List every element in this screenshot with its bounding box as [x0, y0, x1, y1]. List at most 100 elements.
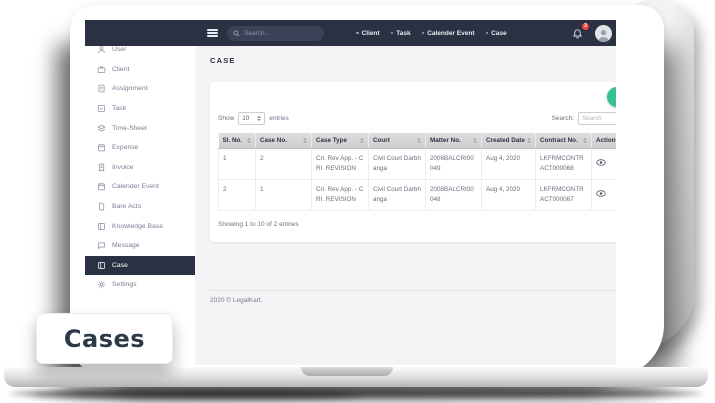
column-header-case-type[interactable]: Case Type [312, 133, 369, 149]
sidebar-item-settings[interactable]: Settings [85, 275, 195, 295]
sort-icon [583, 138, 587, 143]
document-icon [97, 202, 106, 211]
sidebar-item-label: Calender Event [112, 183, 159, 190]
nav-item-label: Case [491, 30, 507, 37]
view-case-button[interactable] [596, 154, 606, 169]
sidebar-item-label: Case [112, 262, 128, 269]
cell-contract-no: LKFRMCONTRACT000067 [536, 180, 592, 211]
table-search-input[interactable] [578, 112, 616, 125]
nav-item-label: Client [362, 30, 380, 37]
cell-sl-no: 2 [219, 180, 256, 211]
bullet-icon [391, 32, 394, 35]
page-size-select[interactable]: 10 [238, 112, 265, 125]
table-row: 2 1 Cri. Rev App. - CRI. REVISION Civil … [219, 180, 617, 211]
column-label: Created Date [486, 137, 525, 144]
user-icon [596, 28, 611, 42]
sidebar-item-knowledge-base[interactable]: Knowledge Base [85, 216, 195, 236]
sidebar-item-time-sheet[interactable]: Time-Sheet [85, 118, 195, 138]
sidebar-item-label: Task [112, 105, 126, 112]
cell-case-type: Cri. Rev App. - CRI. REVISION [312, 180, 369, 211]
sidebar-item-bare-acts[interactable]: Bare Acts [85, 197, 195, 217]
sidebar-item-assignment[interactable]: Assignment [85, 79, 195, 99]
column-label: Case No. [260, 137, 287, 144]
sidebar-item-label: Time-Sheet [112, 125, 147, 132]
column-label: Case Type [316, 137, 347, 144]
cell-case-no: 1 [256, 180, 312, 211]
nav-item-client[interactable]: Client [356, 30, 380, 37]
cases-callout-label: Cases [36, 313, 173, 364]
eye-icon [596, 190, 606, 197]
sidebar-item-label: Assignment [112, 85, 148, 92]
column-header-sl-no[interactable]: Sl. No. [219, 133, 256, 149]
table-row: 1 2 Cri. Rev App. - CRI. REVISION Civil … [219, 149, 617, 180]
sidebar-item-label: Settings [112, 281, 137, 288]
laptop-shadow [30, 391, 360, 399]
notifications-bell-button[interactable]: 3 [572, 26, 585, 40]
nav-item-calender-event[interactable]: Calender Event [422, 30, 475, 37]
column-header-case-no[interactable]: Case No. [256, 133, 312, 149]
sort-icon [303, 138, 307, 143]
cell-created-date: Aug 4, 2020 [482, 149, 536, 180]
cell-case-no: 2 [256, 149, 312, 180]
calendar-icon [97, 182, 106, 191]
sort-icon [247, 138, 251, 143]
sort-icon [360, 138, 364, 143]
cell-matter-no: 2008BALCRI00049 [426, 149, 482, 180]
bell-icon [572, 27, 583, 39]
cell-action [592, 149, 617, 180]
column-header-contract-no[interactable]: Contract No. [536, 133, 592, 149]
sidebar-item-invoice[interactable]: Invoice [85, 158, 195, 178]
column-label: Action [596, 137, 616, 144]
sidebar-item-task[interactable]: Task [85, 99, 195, 119]
notification-badge: 3 [582, 23, 589, 30]
table-summary: Showing 1 to 10 of 2 entries [218, 221, 616, 228]
page-title: CASE [210, 56, 616, 65]
sidebar-item-message[interactable]: Message [85, 236, 195, 256]
search-icon [233, 24, 240, 42]
laptop-base-notch [301, 367, 393, 376]
sidebar-item-case[interactable]: Case [85, 256, 195, 276]
sidebar-item-label: Knowledge Base [112, 223, 163, 230]
sidebar-item-label: Message [112, 242, 140, 249]
column-header-court[interactable]: Court [369, 133, 426, 149]
check-square-icon [97, 104, 106, 113]
nav-item-task[interactable]: Task [391, 30, 411, 37]
case-icon [97, 261, 106, 270]
table-search: Search: [552, 112, 616, 125]
sidebar-item-expense[interactable]: Expense [85, 138, 195, 158]
add-case-button[interactable] [607, 87, 616, 107]
user-avatar[interactable] [595, 25, 612, 42]
view-case-button[interactable] [596, 185, 606, 200]
sidebar-item-client[interactable]: Client [85, 60, 195, 80]
column-header-matter-no[interactable]: Matter No. [426, 133, 482, 149]
case-table-card: Show 10 entries Search: [210, 82, 616, 242]
sort-icon [417, 138, 421, 143]
column-header-action[interactable]: Action [592, 133, 617, 149]
top-navbar: Client Task Calender Event Case 3 [85, 20, 616, 46]
nav-item-case[interactable]: Case [486, 30, 507, 37]
stepper-arrows-icon [257, 116, 261, 121]
column-header-created-date[interactable]: Created Date [482, 133, 536, 149]
briefcase-icon [97, 65, 106, 74]
callout-text: Cases [64, 325, 145, 353]
sidebar-item-label: Client [112, 66, 129, 73]
cell-action [592, 180, 617, 211]
gear-icon [97, 280, 106, 289]
file-icon [97, 84, 106, 93]
receipt-icon [97, 163, 106, 172]
sidebar-item-calender-event[interactable]: Calender Event [85, 177, 195, 197]
cell-matter-no: 2008BALCRI00048 [426, 180, 482, 211]
menu-toggle-icon[interactable] [207, 27, 218, 38]
cell-court: Civil Court Darbhanga [369, 180, 426, 211]
column-label: Matter No. [430, 137, 461, 144]
cell-created-date: Aug 4, 2020 [482, 180, 536, 211]
navbar-search[interactable] [227, 26, 324, 41]
cell-case-type: Cri. Rev App. - CRI. REVISION [312, 149, 369, 180]
sort-icon [527, 138, 531, 143]
navbar-quick-links: Client Task Calender Event Case [356, 30, 507, 37]
page-size-value: 10 [242, 115, 249, 122]
cell-sl-no: 1 [219, 149, 256, 180]
navbar-search-input[interactable] [244, 30, 316, 37]
nav-item-label: Task [396, 30, 410, 37]
sort-icon [473, 138, 477, 143]
